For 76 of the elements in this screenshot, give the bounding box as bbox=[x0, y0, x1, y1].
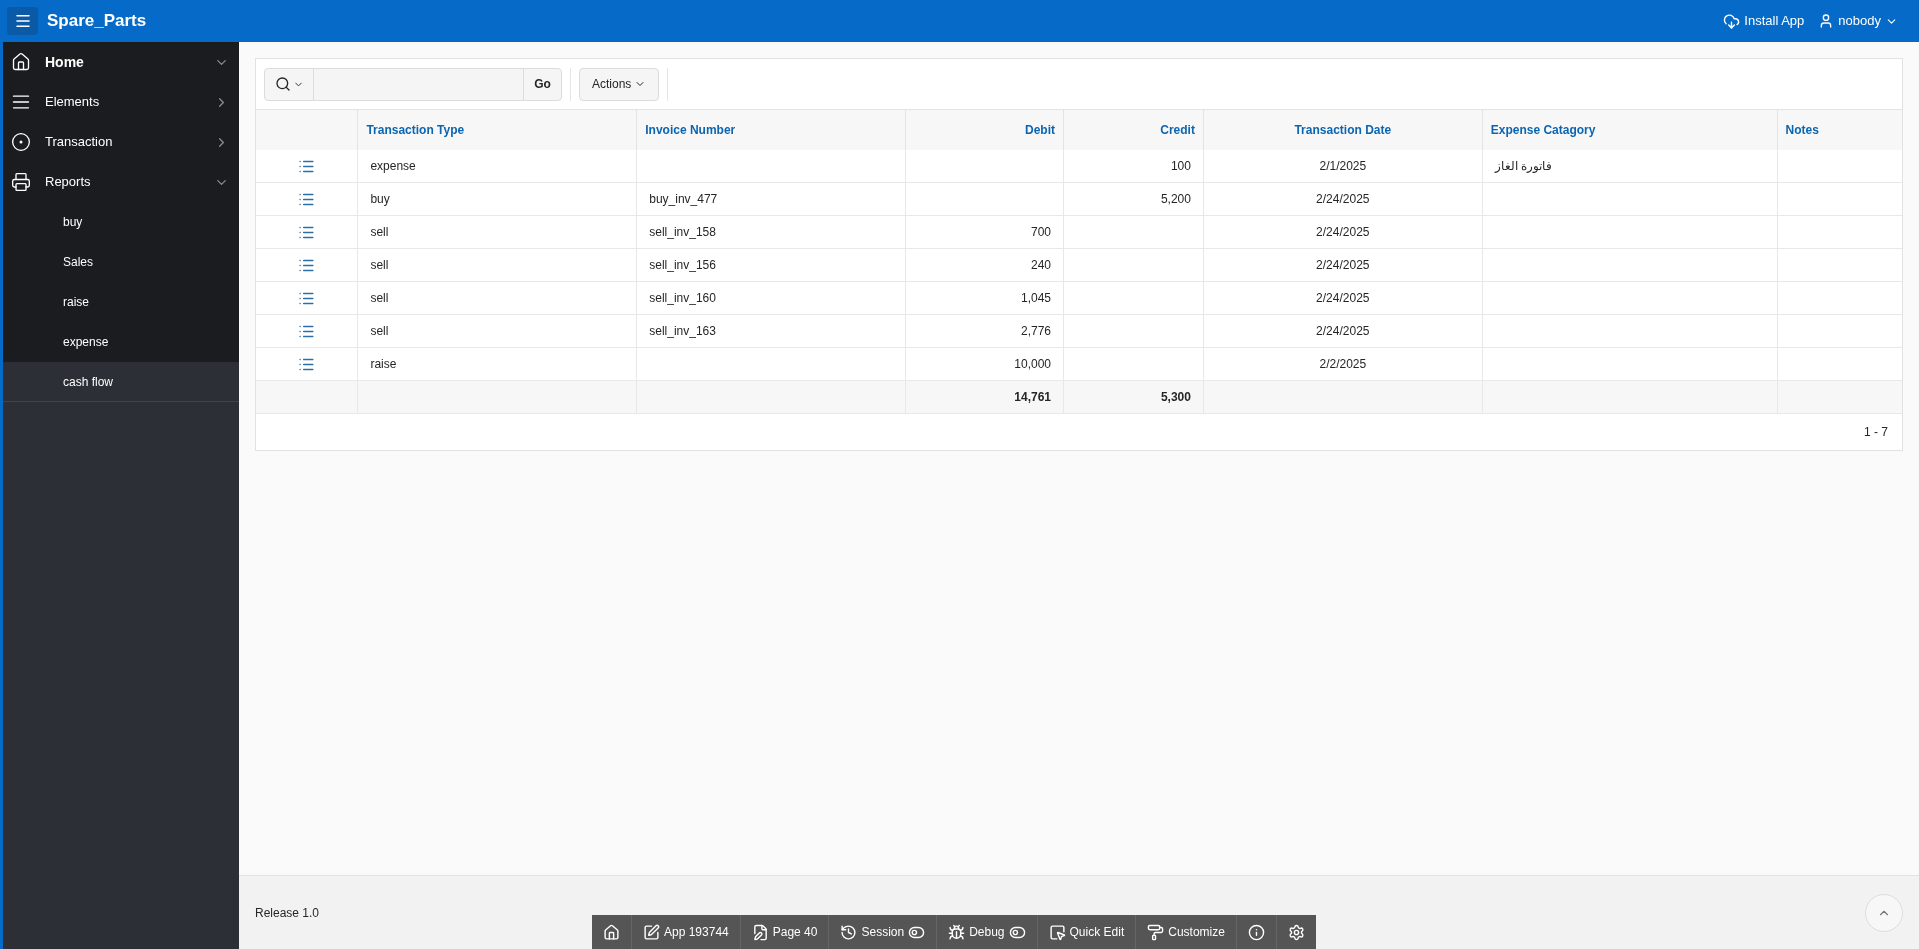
table-cell: 2/2/2025 bbox=[1319, 357, 1367, 371]
table-cell: 100 bbox=[1170, 158, 1191, 173]
table-cell: 2/24/2025 bbox=[1316, 192, 1370, 206]
column-header[interactable]: Transaction Date bbox=[1294, 122, 1392, 137]
edit-icon bbox=[643, 923, 660, 941]
table-cell: sell_inv_160 bbox=[649, 291, 716, 305]
sidebar-subitem[interactable]: Sales bbox=[3, 242, 239, 282]
column-header[interactable]: Notes bbox=[1785, 122, 1819, 137]
sidebar-item-label: Reports bbox=[45, 173, 91, 192]
sidebar-subitem[interactable]: cash flow bbox=[3, 362, 239, 402]
table-cell: sell_inv_156 bbox=[649, 258, 716, 272]
app-title: Spare_Parts bbox=[47, 10, 147, 33]
cloud-download-icon bbox=[1723, 12, 1741, 30]
table-cell: raise bbox=[370, 357, 397, 371]
actions-button[interactable]: Actions bbox=[579, 67, 660, 101]
table-cell: sell bbox=[370, 324, 389, 338]
pointer-icon bbox=[1048, 923, 1066, 941]
table-cell: 2/24/2025 bbox=[1316, 291, 1370, 305]
column-header[interactable]: Expense Catagory bbox=[1490, 122, 1596, 137]
sidebar-subitem[interactable]: raise bbox=[3, 282, 239, 322]
table-cell: 240 bbox=[1030, 258, 1051, 272]
sidebar-subitem[interactable]: expense bbox=[3, 322, 239, 362]
table-cell: buy_inv_477 bbox=[649, 192, 718, 206]
table-cell: 2/24/2025 bbox=[1316, 324, 1370, 338]
table-cell: 2/1/2025 bbox=[1319, 158, 1367, 173]
table-cell: expense bbox=[370, 158, 416, 173]
settings-icon bbox=[1287, 923, 1305, 941]
table-cell: 2/24/2025 bbox=[1316, 225, 1370, 239]
table-cell: 2/24/2025 bbox=[1316, 258, 1370, 272]
sidebar-item-label: Elements bbox=[45, 93, 100, 112]
total-cell: 5,300 bbox=[1160, 390, 1191, 404]
table-cell: 1,045 bbox=[1020, 291, 1051, 305]
install-app-button[interactable]: Install App bbox=[1723, 11, 1805, 31]
table-cell: buy bbox=[370, 192, 390, 206]
table-cell: 700 bbox=[1030, 225, 1051, 239]
page-edit-icon bbox=[751, 923, 769, 941]
table-cell: sell_inv_158 bbox=[649, 225, 716, 239]
home-icon bbox=[11, 52, 31, 72]
home-icon bbox=[603, 923, 620, 941]
sidebar-item[interactable]: Elements bbox=[3, 82, 239, 122]
table-cell: 10,000 bbox=[1014, 357, 1051, 371]
column-header[interactable]: Invoice Number bbox=[645, 122, 736, 137]
release-text: Release 1.0 bbox=[255, 904, 320, 922]
paint-roller-icon bbox=[1147, 923, 1165, 941]
toolbar-button[interactable]: Customize bbox=[1136, 915, 1237, 949]
ball-icon bbox=[11, 132, 31, 152]
sidebar-item[interactable]: Transaction bbox=[3, 122, 239, 162]
user-menu-button[interactable]: nobody bbox=[1818, 11, 1898, 31]
sidebar-subitem[interactable]: buy bbox=[3, 202, 239, 242]
info-icon bbox=[1247, 923, 1265, 941]
column-header[interactable]: Transaction Type bbox=[366, 122, 465, 137]
sidebar-item[interactable]: Reports bbox=[3, 162, 239, 202]
sidebar-item-label: Home bbox=[45, 52, 84, 72]
table-cell: sell bbox=[370, 225, 389, 239]
table-cell: 2,776 bbox=[1020, 324, 1051, 338]
table-cell: 5,200 bbox=[1160, 192, 1191, 206]
toolbar-button[interactable]: Debug bbox=[937, 915, 1038, 949]
toolbar-button[interactable]: Page 40 bbox=[740, 915, 830, 949]
table-cell: فاتورة الغاز bbox=[1494, 158, 1553, 173]
table-cell: sell bbox=[370, 291, 389, 305]
toolbar-button[interactable]: Session bbox=[829, 915, 938, 949]
sidebar-item[interactable]: Home bbox=[3, 42, 239, 82]
bug-icon bbox=[948, 923, 966, 941]
toolbar-button[interactable]: Quick Edit bbox=[1037, 915, 1137, 949]
total-cell: 14,761 bbox=[1014, 390, 1051, 404]
history-icon bbox=[840, 923, 858, 941]
column-header[interactable]: Credit bbox=[1160, 122, 1195, 137]
column-header[interactable]: Debit bbox=[1025, 122, 1055, 137]
menu-button[interactable] bbox=[7, 7, 38, 35]
toolbar-button[interactable]: App 193744 bbox=[632, 915, 741, 949]
table-cell: sell bbox=[370, 258, 389, 272]
menu-icon bbox=[13, 12, 32, 30]
pagination-text: 1 - 7 bbox=[1864, 424, 1888, 441]
table-cell: sell_inv_163 bbox=[649, 324, 716, 338]
sidebar-item-label: Transaction bbox=[45, 133, 113, 152]
printer-icon bbox=[11, 172, 31, 192]
